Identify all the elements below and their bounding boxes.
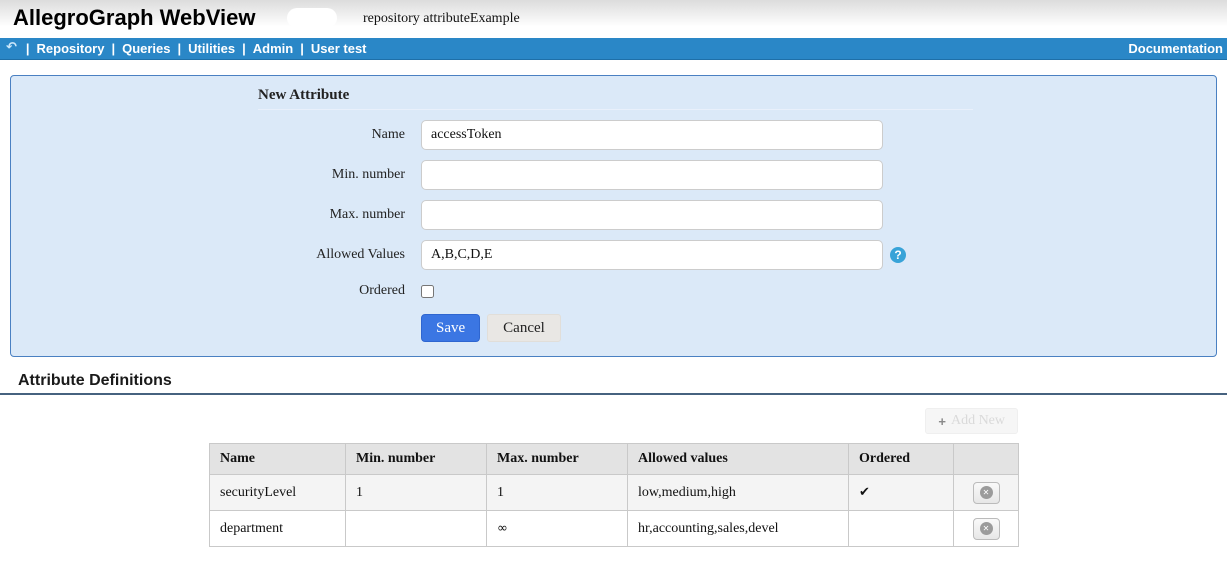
- column-header-allowed-values: Allowed values: [628, 444, 849, 475]
- cancel-button[interactable]: Cancel: [487, 314, 561, 342]
- section-title: Attribute Definitions: [18, 372, 1227, 390]
- nav-left-group: ↶ | Repository | Queries | Utilities | A…: [4, 40, 367, 57]
- nav-item-repository[interactable]: Repository: [37, 41, 105, 56]
- allowed-values-label: Allowed Values: [11, 247, 405, 263]
- form-title: New Attribute: [258, 87, 1216, 104]
- nav-item-queries[interactable]: Queries: [122, 41, 170, 56]
- form-row-ordered: Ordered: [11, 283, 1216, 299]
- nav-separator: |: [26, 41, 30, 56]
- form-row-min-number: Min. number: [11, 160, 1216, 190]
- cell-actions: ✕: [954, 511, 1019, 547]
- min-number-label: Min. number: [11, 167, 405, 183]
- column-header-min-number: Min. number: [346, 444, 487, 475]
- add-new-button[interactable]: + Add New: [925, 408, 1018, 434]
- delete-attribute-button[interactable]: ✕: [973, 482, 1000, 504]
- delete-attribute-button[interactable]: ✕: [973, 518, 1000, 540]
- ordered-checkbox[interactable]: [421, 285, 434, 298]
- cell-name: department: [210, 511, 346, 547]
- form-row-max-number: Max. number: [11, 200, 1216, 230]
- delete-icon: ✕: [980, 522, 993, 535]
- nav-separator: |: [242, 41, 246, 56]
- max-number-label: Max. number: [11, 207, 405, 223]
- plus-icon: +: [938, 414, 946, 429]
- nav-item-documentation[interactable]: Documentation: [1128, 41, 1223, 56]
- cell-ordered-check: ✔: [849, 475, 954, 511]
- ordered-label: Ordered: [11, 283, 405, 299]
- add-new-label: Add New: [951, 413, 1005, 429]
- form-title-divider: [258, 109, 973, 110]
- min-number-input[interactable]: [421, 160, 883, 190]
- table-row: department ∞ hr,accounting,sales,devel ✕: [210, 511, 1019, 547]
- nav-item-user-test[interactable]: User test: [311, 41, 367, 56]
- nav-separator: |: [111, 41, 115, 56]
- max-number-input[interactable]: [421, 200, 883, 230]
- main-nav: ↶ | Repository | Queries | Utilities | A…: [0, 38, 1227, 60]
- cell-name: securityLevel: [210, 475, 346, 511]
- nav-separator: |: [300, 41, 304, 56]
- repository-label: repository attributeExample: [363, 11, 520, 27]
- cell-min-number: [346, 511, 487, 547]
- cell-max-number: 1: [487, 475, 628, 511]
- help-icon[interactable]: ?: [890, 247, 906, 263]
- nav-item-utilities[interactable]: Utilities: [188, 41, 235, 56]
- table-row: securityLevel 1 1 low,medium,high ✔ ✕: [210, 475, 1019, 511]
- column-header-actions: [954, 444, 1019, 475]
- nav-item-admin[interactable]: Admin: [253, 41, 293, 56]
- form-buttons-row: Save Cancel: [11, 314, 1216, 342]
- redacted-area: [287, 8, 337, 28]
- new-attribute-panel: New Attribute Name Min. number Max. numb…: [10, 75, 1217, 357]
- name-input[interactable]: [421, 120, 883, 150]
- app-header: AllegroGraph WebView repository attribut…: [0, 0, 1227, 38]
- form-row-name: Name: [11, 120, 1216, 150]
- table-header-row: Name Min. number Max. number Allowed val…: [210, 444, 1019, 475]
- cell-min-number: 1: [346, 475, 487, 511]
- attribute-definitions-table: Name Min. number Max. number Allowed val…: [209, 443, 1019, 547]
- save-button[interactable]: Save: [421, 314, 480, 342]
- cell-actions: ✕: [954, 475, 1019, 511]
- name-label: Name: [11, 127, 405, 143]
- back-icon[interactable]: ↶: [6, 40, 17, 55]
- cell-ordered-check: [849, 511, 954, 547]
- column-header-max-number: Max. number: [487, 444, 628, 475]
- app-title: AllegroGraph WebView: [13, 5, 255, 31]
- form-row-allowed-values: Allowed Values ?: [11, 240, 1216, 270]
- cell-allowed-values: hr,accounting,sales,devel: [628, 511, 849, 547]
- column-header-name: Name: [210, 444, 346, 475]
- cell-max-number: ∞: [487, 511, 628, 547]
- nav-separator: |: [178, 41, 182, 56]
- allowed-values-input[interactable]: [421, 240, 883, 270]
- cell-allowed-values: low,medium,high: [628, 475, 849, 511]
- section-divider: [0, 393, 1227, 395]
- delete-icon: ✕: [980, 486, 993, 499]
- definitions-area: + Add New Name Min. number Max. number A…: [209, 408, 1018, 547]
- column-header-ordered: Ordered: [849, 444, 954, 475]
